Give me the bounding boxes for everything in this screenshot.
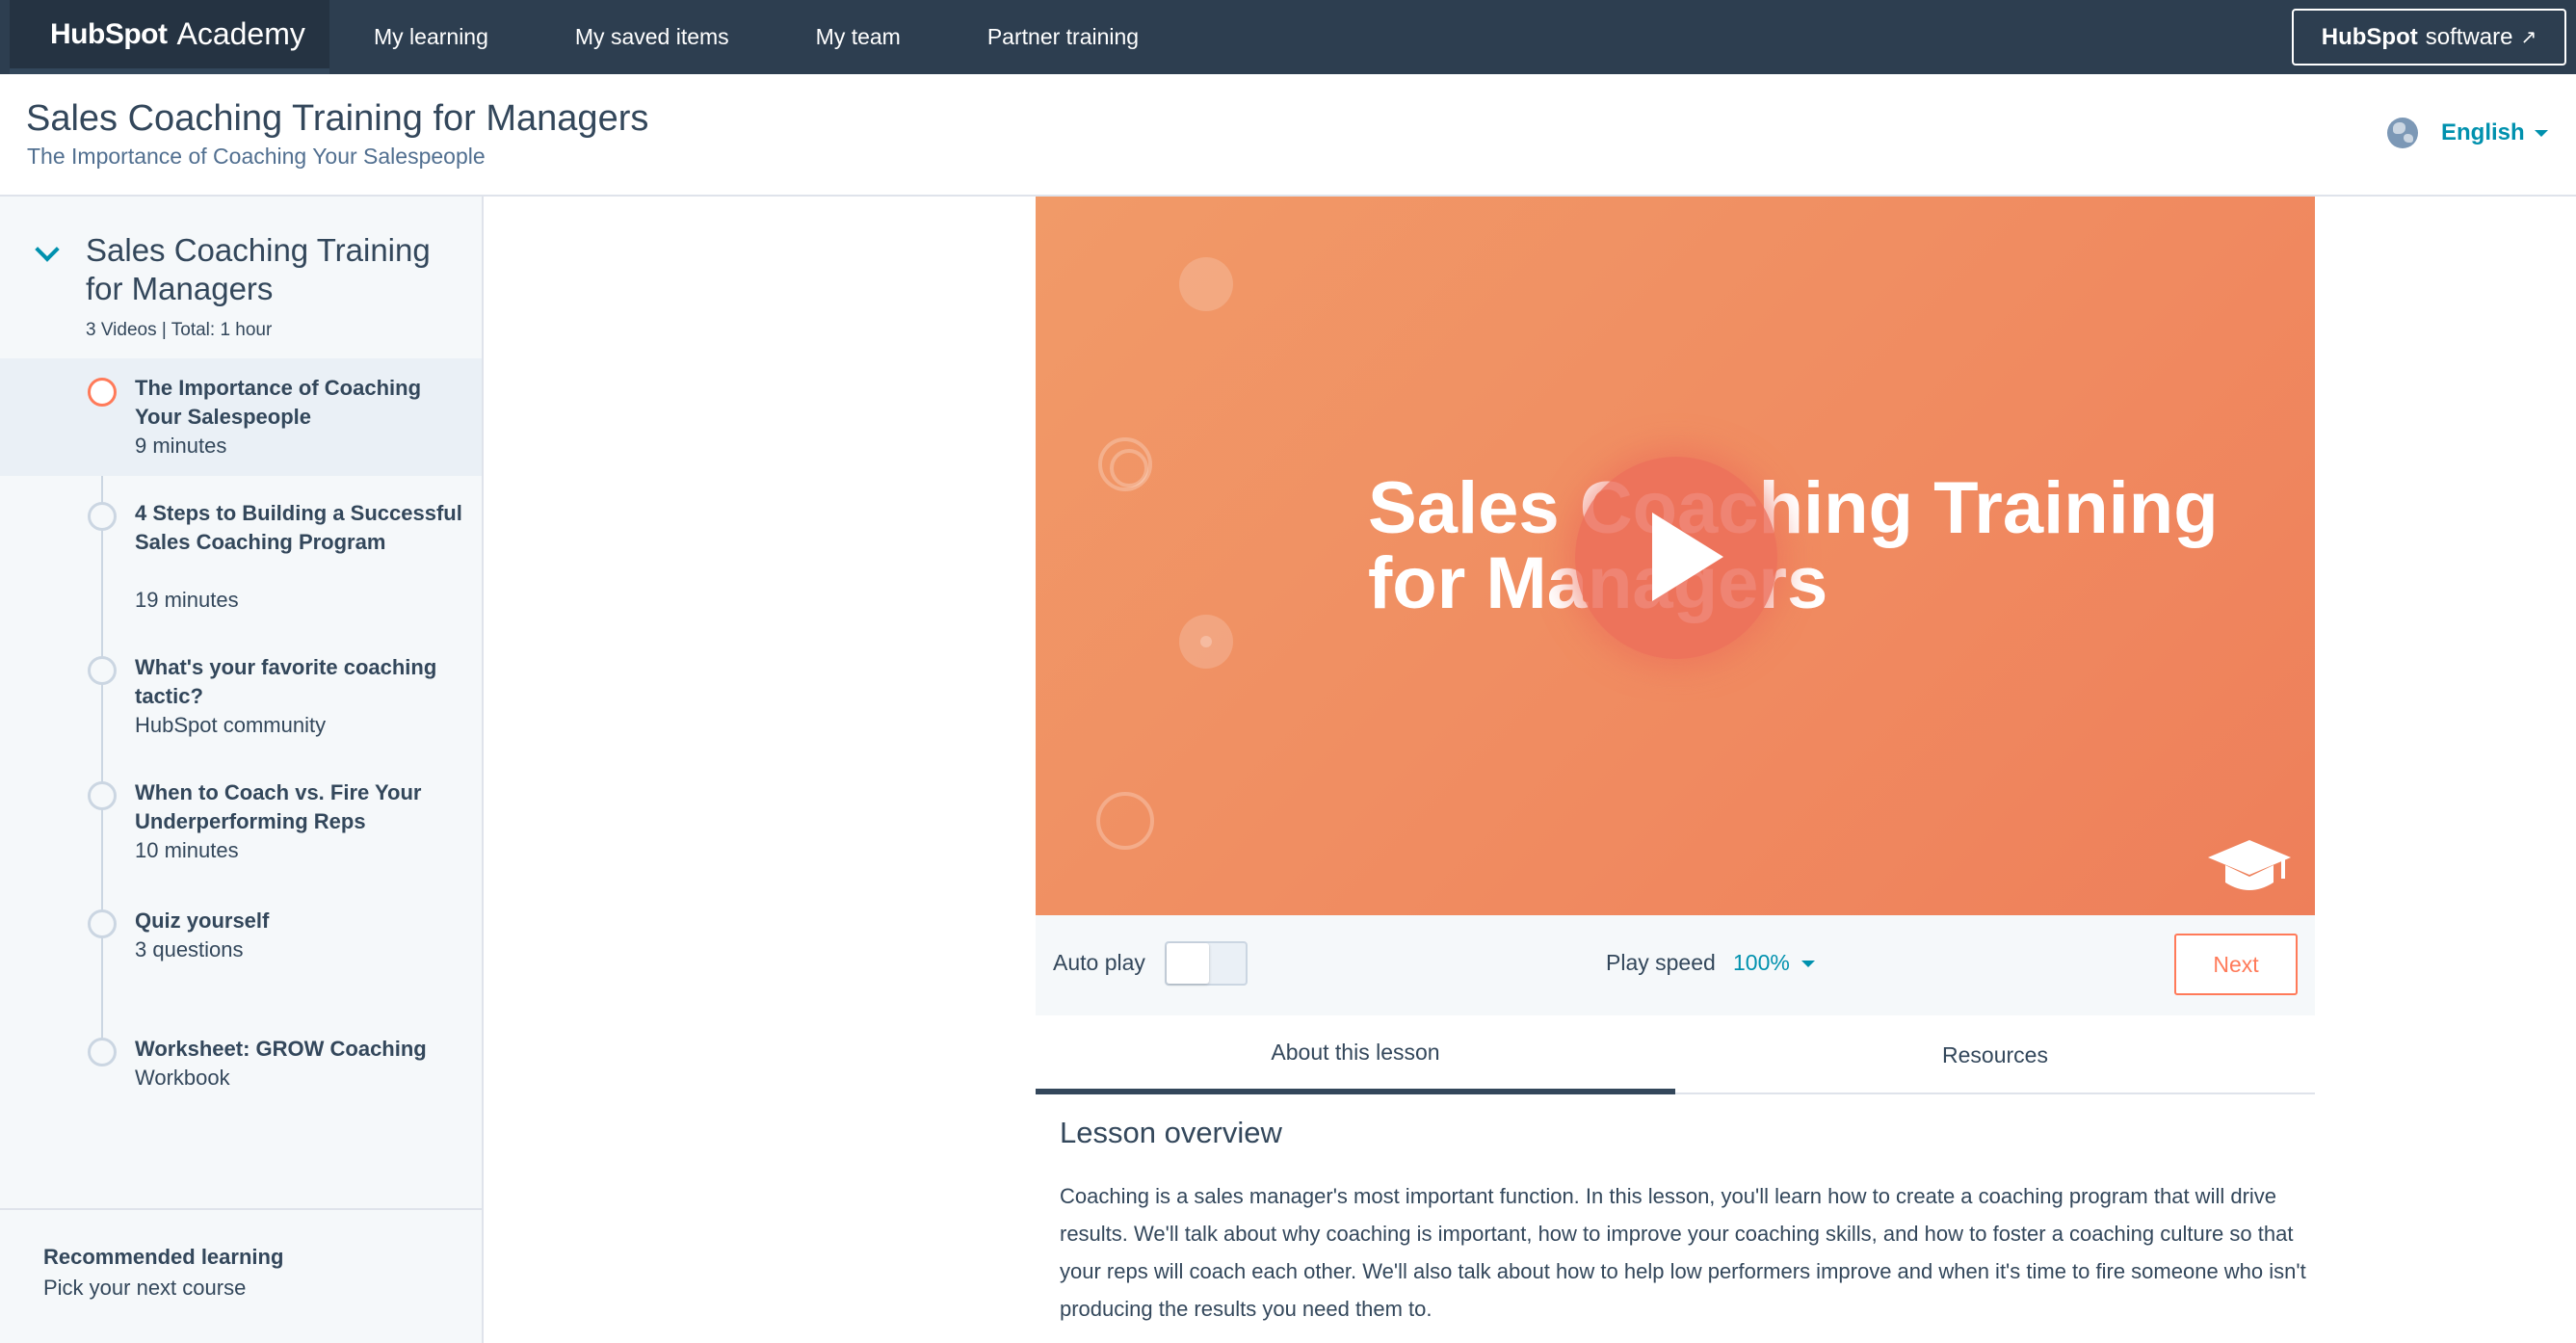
lesson-meta: 3 questions <box>135 937 244 961</box>
lesson-item-worksheet[interactable]: Worksheet: GROW Coaching Workbook <box>0 1033 482 1100</box>
recommended-learning-title[interactable]: Recommended learning <box>43 1245 283 1270</box>
lesson-item-4-steps[interactable]: 4 Steps to Building a Successful Sales C… <box>0 486 482 612</box>
lesson-item-importance-of-coaching[interactable]: The Importance of Coaching Your Salespeo… <box>0 358 482 476</box>
lesson-duration: 10 minutes <box>135 838 239 862</box>
graduation-cap-icon <box>2208 840 2291 890</box>
lesson-item-quiz[interactable]: Quiz yourself 3 questions <box>0 906 482 973</box>
chevron-down-icon[interactable] <box>1801 961 1815 967</box>
video-title-text: Sales Coaching Training for Managers <box>1368 467 2219 624</box>
decorative-circle <box>1096 792 1154 850</box>
recommended-learning-subtitle[interactable]: Pick your next course <box>43 1276 246 1301</box>
lesson-title: 4 Steps to Building a Successful Sales C… <box>135 501 462 554</box>
lesson-source: HubSpot community <box>135 713 327 737</box>
tab-resources[interactable]: Resources <box>1675 1015 2315 1094</box>
sidebar-divider <box>0 1208 482 1210</box>
lesson-status-icon <box>88 781 117 810</box>
play-speed-dropdown[interactable]: 100% <box>1733 950 1790 976</box>
lesson-status-icon <box>88 656 117 685</box>
page-header: Sales Coaching Training for Managers The… <box>0 74 2576 197</box>
lesson-status-icon <box>88 909 117 938</box>
logo-brand: HubSpot <box>50 17 168 50</box>
decorative-circle <box>1179 257 1233 311</box>
globe-icon <box>2387 118 2418 148</box>
lesson-duration: 9 minutes <box>135 434 227 458</box>
lesson-title: What's your favorite coaching tactic? <box>135 655 437 708</box>
nav-my-learning[interactable]: My learning <box>374 24 488 50</box>
collapse-chevron-icon[interactable] <box>35 237 60 262</box>
lesson-title: When to Coach vs. Fire Your Underperform… <box>135 780 422 833</box>
chevron-down-icon <box>2534 129 2548 137</box>
lesson-overview-heading: Lesson overview <box>1060 1116 1282 1149</box>
lesson-status-icon <box>88 502 117 531</box>
external-link-icon: ↗ <box>2520 27 2537 48</box>
lesson-tabs: About this lesson Resources <box>1036 1015 2315 1094</box>
hubspot-academy-logo[interactable]: HubSpot Academy <box>10 0 329 74</box>
course-title[interactable]: Sales Coaching Training for Managers <box>86 231 471 308</box>
lesson-overview-text: Coaching is a sales manager's most impor… <box>1060 1184 2306 1321</box>
next-button[interactable]: Next <box>2174 934 2298 995</box>
software-brand: HubSpot <box>2321 23 2418 50</box>
nav-links: My learning My saved items My team Partn… <box>374 0 1225 74</box>
language-label: English <box>2441 119 2525 145</box>
lesson-status-icon <box>88 1038 117 1066</box>
lesson-duration: 19 minutes <box>135 588 239 612</box>
tab-about-this-lesson[interactable]: About this lesson <box>1036 1015 1675 1094</box>
decorative-circle <box>1179 615 1233 669</box>
course-meta: 3 Videos | Total: 1 hour <box>86 320 273 340</box>
play-speed-label: Play speed <box>1606 950 1716 975</box>
video-controls: Auto play Play speed 100% Next <box>1036 915 2315 1015</box>
hubspot-software-button[interactable]: HubSpot software ↗ <box>2292 9 2566 66</box>
lesson-title: Quiz yourself <box>135 908 270 933</box>
video-player[interactable]: Sales Coaching Training for Managers <box>1036 197 2315 915</box>
lesson-item-coach-vs-fire[interactable]: When to Coach vs. Fire Your Underperform… <box>0 775 482 871</box>
nav-my-saved-items[interactable]: My saved items <box>575 24 729 50</box>
lesson-item-favorite-tactic[interactable]: What's your favorite coaching tactic? Hu… <box>0 649 482 746</box>
software-label: software <box>2425 23 2513 50</box>
toggle-knob <box>1167 943 1209 984</box>
page-title: Sales Coaching Training for Managers <box>26 98 649 139</box>
course-sidebar: Sales Coaching Training for Managers 3 V… <box>0 197 484 1343</box>
lesson-title: The Importance of Coaching Your Salespeo… <box>135 376 422 429</box>
play-button-icon[interactable] <box>1575 457 1777 659</box>
page-subtitle: The Importance of Coaching Your Salespeo… <box>27 144 486 169</box>
lesson-title: Worksheet: GROW Coaching <box>135 1037 427 1061</box>
lesson-meta: Workbook <box>135 1066 230 1090</box>
nav-my-team[interactable]: My team <box>816 24 901 50</box>
language-selector[interactable]: English <box>2387 118 2548 148</box>
autoplay-label: Auto play <box>1053 950 1145 975</box>
top-navigation: HubSpot Academy My learning My saved ite… <box>0 0 2576 74</box>
lesson-status-icon <box>88 378 117 407</box>
autoplay-toggle[interactable] <box>1165 941 1248 986</box>
decorative-circle <box>1098 437 1152 491</box>
logo-product: Academy <box>176 16 305 51</box>
nav-partner-training[interactable]: Partner training <box>987 24 1139 50</box>
